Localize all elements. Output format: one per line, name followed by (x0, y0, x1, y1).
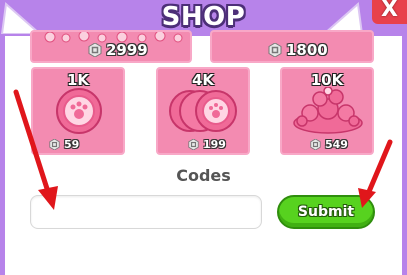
shop-item-4k[interactable]: 4K 199 (156, 67, 250, 155)
arrow-down-icon (13, 89, 58, 210)
close-icon: X (381, 0, 398, 22)
price-value: 2999 (106, 41, 148, 59)
robux-icon (310, 139, 321, 150)
robux-icon (268, 43, 282, 57)
arrow-down-icon (358, 139, 393, 208)
price-value: 1800 (286, 41, 328, 59)
price-tag: 2999 (88, 41, 148, 59)
price-tag: 1800 (268, 41, 328, 59)
close-button[interactable]: X (372, 0, 407, 24)
coin-pile-icon (293, 87, 363, 134)
shop-card-top-right[interactable]: 1800 (210, 30, 374, 63)
robux-icon (188, 139, 199, 150)
price-tag: 199 (188, 138, 226, 151)
price-value: 549 (325, 138, 348, 151)
price-value: 199 (203, 138, 226, 151)
shop-card-top-left[interactable]: 2999 (30, 30, 192, 63)
price-tag: 549 (310, 138, 348, 151)
robux-icon (88, 43, 102, 57)
coin-stack-icon (169, 90, 237, 132)
page-title: SHOP (161, 2, 246, 32)
